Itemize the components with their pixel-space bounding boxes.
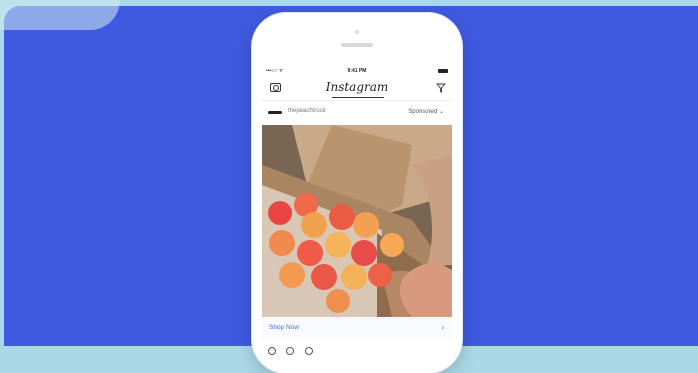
direct-message-icon[interactable] [436, 83, 446, 93]
post-username[interactable]: thepeachtruck [288, 108, 326, 114]
comment-icon[interactable] [286, 347, 295, 355]
phone-screen: •••○○ ᯤ 9:41 PM Instagram thepeachtruck … [262, 66, 452, 356]
status-bar: •••○○ ᯤ 9:41 PM [262, 66, 452, 76]
avatar[interactable] [268, 111, 282, 114]
shop-now-bar[interactable]: Shop Now › [262, 318, 452, 339]
instagram-logo: Instagram [325, 80, 389, 94]
chevron-right-icon[interactable]: › [441, 323, 444, 332]
stage: •••○○ ᯤ 9:41 PM Instagram thepeachtruck … [0, 0, 698, 373]
post-actions [268, 342, 319, 356]
logo-underline [332, 97, 384, 98]
share-icon[interactable] [304, 347, 313, 355]
phone-front-camera [355, 30, 359, 34]
like-icon[interactable] [268, 347, 276, 355]
phone-speaker [341, 43, 373, 47]
background-corner-decoration [0, 0, 120, 30]
post-header: thepeachtruck Sponsored ⌄ [262, 104, 452, 120]
battery-icon [438, 69, 448, 73]
shop-now-link[interactable]: Shop Now [269, 324, 299, 331]
sponsored-label[interactable]: Sponsored ⌄ [408, 108, 444, 115]
instagram-navbar: Instagram [262, 78, 452, 101]
status-time: 9:41 PM [347, 68, 367, 74]
post-photo-peaches [262, 125, 452, 317]
